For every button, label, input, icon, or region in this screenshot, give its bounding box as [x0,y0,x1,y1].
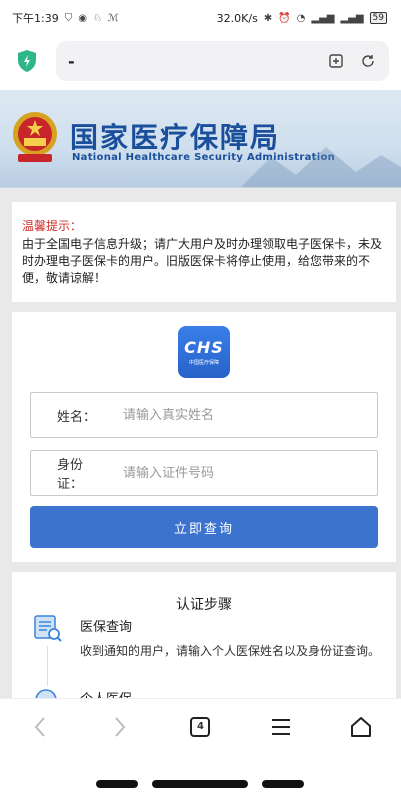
add-bookmark-icon[interactable] [327,52,345,70]
address-bar[interactable]: - [56,41,389,81]
chs-logo-subtext: 中国医疗保障 [188,360,219,366]
chevron-right-icon [115,716,126,737]
menu-icon [271,718,290,735]
home-icon [350,716,371,737]
app-status-icon: ◉ [78,12,87,24]
notice-title: 温馨提示： [22,219,83,233]
status-left: 下午1:39 ⛉ ◉ ♘ ℳ [12,10,119,26]
name-input[interactable] [123,407,343,423]
battery-indicator: 59 [369,12,387,24]
browser-bottom-nav: 4 [0,698,401,754]
step-1-name: 医保查询 [80,620,133,635]
chevron-left-icon [34,716,45,737]
status-bar: 下午1:39 ⛉ ◉ ♘ ℳ 32.0K/s ✱ ⏰ ◔ ▂▄▆ ▂▄▆ 59 [0,0,401,36]
notice-body: 由于全国电子信息升级；请广大用户及时办理领取电子医保卡，未及时办理电子医保卡的用… [22,237,383,285]
signal-icon: ▂▄▆ [311,12,335,24]
steps-title: 认证步骤 [176,597,232,613]
steps-card: 认证步骤 医保查询 收到通知的用户，请输入个人医保姓名以及身份证查询。 个人医保 [12,572,396,698]
chs-logo: CHS 中国医疗保障 [178,326,230,378]
menu-button[interactable] [261,707,301,747]
tabs-button[interactable]: 4 [180,707,220,747]
query-form-card: CHS 中国医疗保障 姓名： 身份证： 立即查询 [12,312,396,562]
name-field[interactable]: 姓名： [30,392,378,438]
url-text: - [68,51,75,71]
bluetooth-icon: ✱ [263,12,273,24]
shield-status-icon: ⛉ [64,12,73,24]
notice-box: 温馨提示： 由于全国电子信息升级；请广大用户及时办理领取电子医保卡，未及时办理电… [12,202,396,302]
step-connector [47,646,48,686]
header-banner: 国家医疗保障局 National Healthcare Security Adm… [0,90,401,188]
gesture-bar [0,754,401,800]
wifi-icon: ◔ [296,12,306,24]
id-number-input[interactable] [123,465,343,481]
name-label: 姓名： [57,409,97,425]
alarm-icon: ⏰ [278,12,291,24]
search-document-icon [34,615,62,642]
mountains-decoration [241,147,401,187]
gesture-pill-right[interactable] [262,780,304,788]
chs-logo-text: CHS [184,338,224,357]
security-shield-icon[interactable] [12,46,42,76]
step-2-name: 个人医保 [80,688,132,698]
forward-button[interactable] [100,707,140,747]
browser-toolbar: - [0,36,401,86]
gesture-pill-center[interactable] [152,780,248,788]
query-now-button[interactable]: 立即查询 [30,506,378,548]
gesture-pill-left[interactable] [96,780,138,788]
network-speed: 32.0K/s [216,11,258,25]
signal2-icon: ▂▄▆ [340,12,364,24]
refresh-icon[interactable] [359,52,377,70]
tab-count: 4 [190,716,211,737]
web-page: 国家医疗保障局 National Healthcare Security Adm… [0,90,401,698]
home-button[interactable] [341,707,381,747]
status-right: 32.0K/s ✱ ⏰ ◔ ▂▄▆ ▂▄▆ 59 [217,12,387,25]
id-field[interactable]: 身份证： [30,450,378,496]
status-time: 下午1:39 [12,12,59,25]
step-1-desc: 收到通知的用户，请输入个人医保姓名以及身份证查询。 [80,644,381,658]
penguin-status-icon: ♘ [92,12,102,24]
url-actions [327,52,377,70]
app2-status-icon: ℳ [107,12,119,24]
id-label: 身份证： [57,458,84,492]
back-button[interactable] [20,707,60,747]
person-insurance-icon [35,689,57,698]
national-emblem-icon [13,112,57,162]
